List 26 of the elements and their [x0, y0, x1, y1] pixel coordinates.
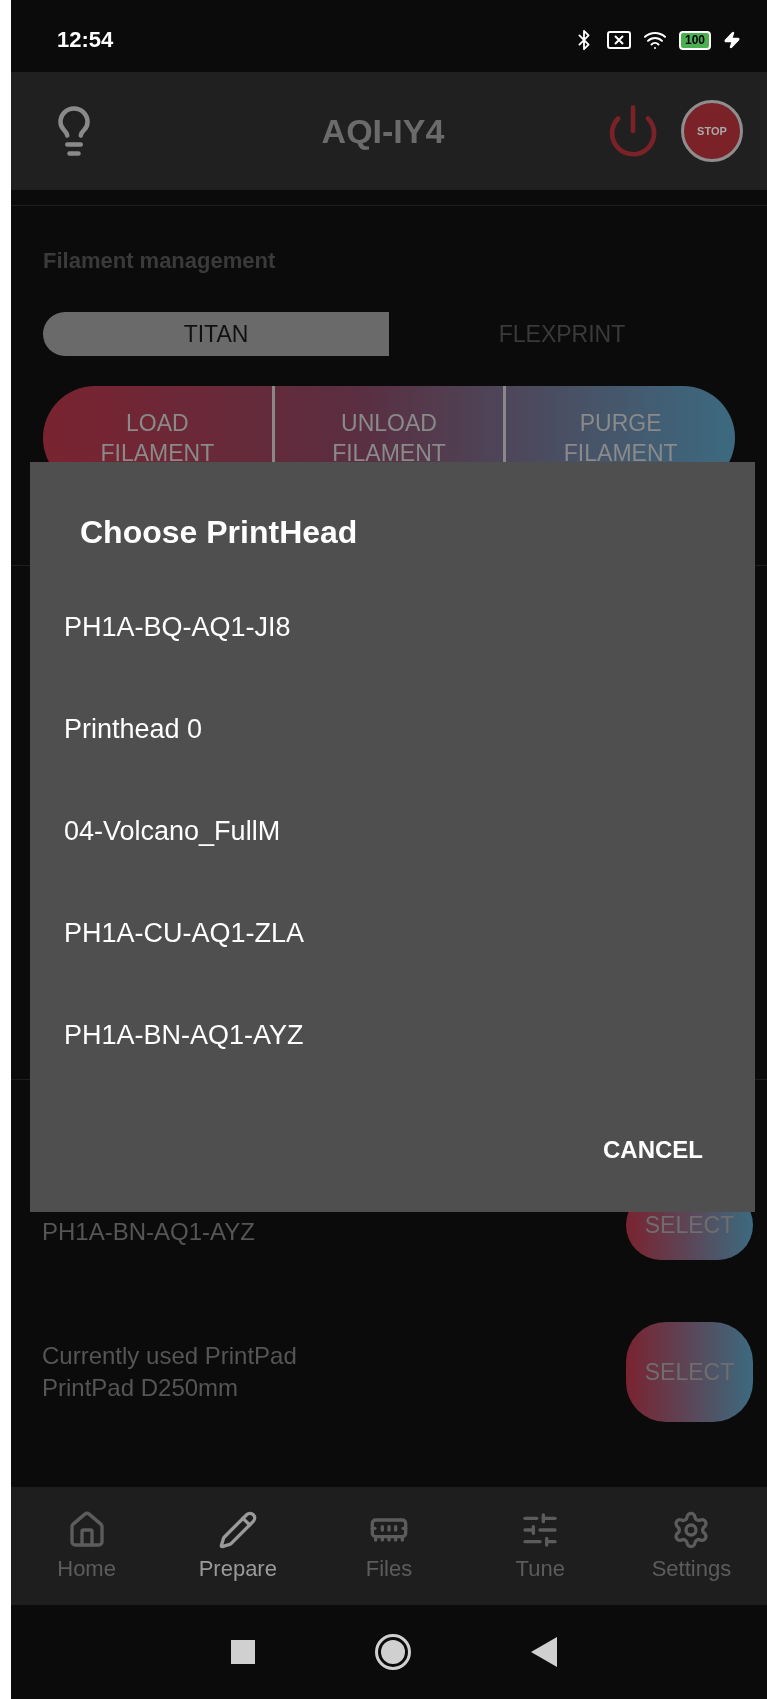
- printhead-option[interactable]: PH1A-BQ-AQ1-JI8: [64, 576, 709, 678]
- printpad-value: PrintPad D250mm: [42, 1373, 240, 1403]
- charging-icon: [723, 31, 741, 49]
- stop-button[interactable]: STOP: [681, 100, 743, 162]
- nav-item[interactable]: Settings: [615, 1487, 767, 1605]
- printhead-tab[interactable]: TITAN: [43, 312, 389, 356]
- nav-item[interactable]: Tune: [464, 1487, 616, 1605]
- dialog-title: Choose PrintHead: [79, 513, 359, 552]
- battery-level: 100: [678, 30, 711, 50]
- printhead-value: PH1A-BN-AQ1-AYZ: [42, 1217, 255, 1247]
- nav-item[interactable]: Files: [313, 1487, 465, 1605]
- nav-item[interactable]: Home: [11, 1487, 163, 1605]
- app-title: AQI-IY4: [320, 111, 446, 151]
- select-button[interactable]: SELECT: [626, 1322, 753, 1422]
- back-icon[interactable]: [531, 1637, 557, 1667]
- printpad-label: Currently used PrintPad: [42, 1341, 297, 1371]
- printhead-option[interactable]: PH1A-CU-AQ1-ZLA: [64, 882, 709, 984]
- status-time: 12:54: [57, 27, 114, 53]
- cancel-button[interactable]: CANCEL: [597, 1126, 709, 1174]
- printhead-option[interactable]: PH1A-BN-AQ1-AYZ: [64, 984, 709, 1086]
- printhead-option[interactable]: Printhead 0: [64, 678, 709, 780]
- home-circle-icon[interactable]: [375, 1634, 411, 1670]
- pencil-icon: [217, 1510, 258, 1550]
- nav-item[interactable]: Prepare: [162, 1487, 314, 1605]
- printhead-option[interactable]: 04-Volcano_FullM: [64, 780, 709, 882]
- sim-icon: [606, 31, 631, 49]
